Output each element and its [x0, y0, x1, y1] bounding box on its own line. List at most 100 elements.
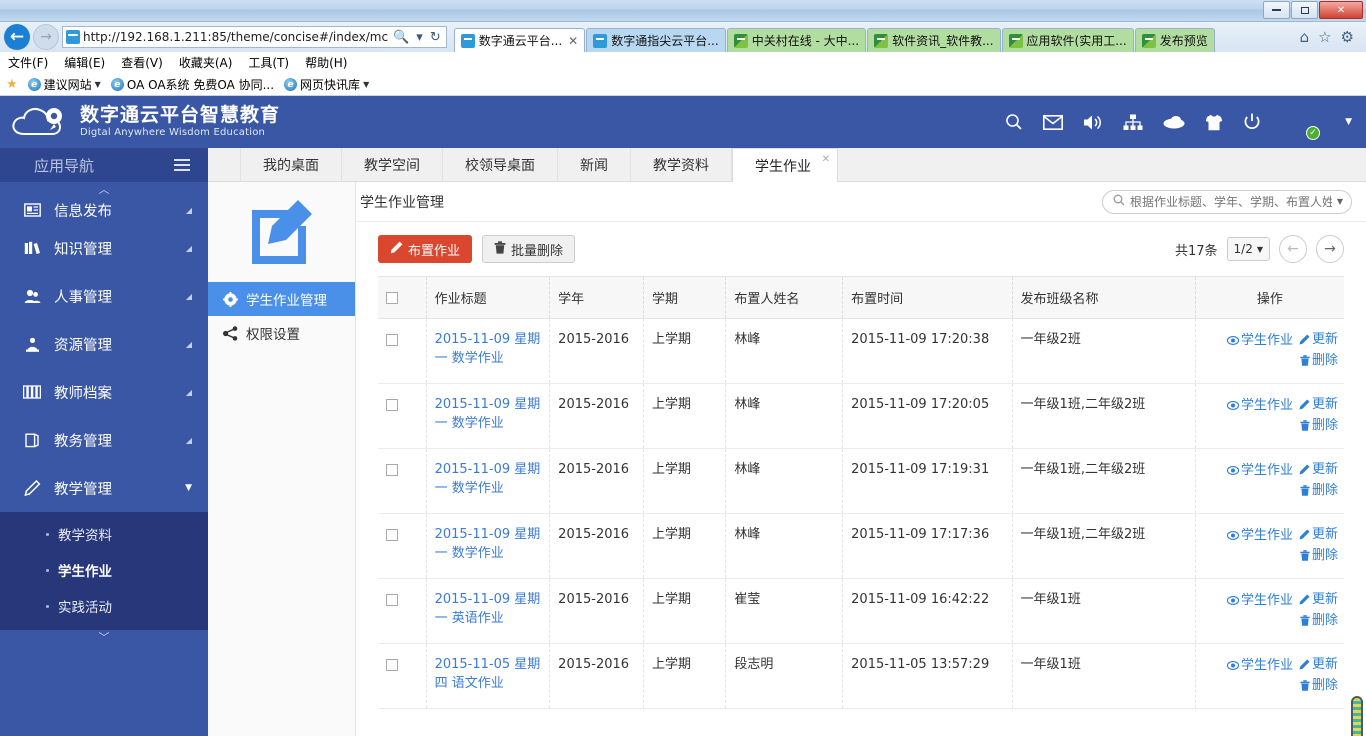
hamburger-icon[interactable]: [174, 159, 190, 171]
homework-title-link[interactable]: 2015-11-09 星期一 英语作业: [435, 592, 541, 626]
update-action[interactable]: 更新: [1299, 460, 1338, 479]
sidebar-subitem-jiaoxueziliao[interactable]: 教学资料: [0, 516, 208, 552]
browser-tab[interactable]: 软件资讯_软件教...: [867, 28, 1001, 52]
row-checkbox[interactable]: [386, 463, 398, 476]
table-row[interactable]: 2015-11-09 星期一 数学作业 2015-2016 上学期 林峰 201…: [378, 513, 1344, 579]
update-action[interactable]: 更新: [1299, 655, 1338, 674]
row-checkbox[interactable]: [386, 658, 398, 671]
forward-arrow-icon[interactable]: →: [33, 24, 59, 50]
close-button[interactable]: ✕: [1319, 1, 1363, 19]
sidebar-item-renshiguanli[interactable]: 人事管理 ◢: [0, 272, 208, 320]
sidebar-scroll-down[interactable]: ﹀: [0, 630, 208, 644]
tools-gear-icon[interactable]: ⚙: [1341, 28, 1354, 46]
delete-action[interactable]: 删除: [1300, 416, 1338, 435]
favorites-star-icon[interactable]: ☆: [1318, 28, 1331, 46]
view-homework-action[interactable]: 学生作业: [1226, 526, 1293, 545]
search-icon[interactable]: [1005, 113, 1023, 131]
table-row[interactable]: 2015-11-09 星期一 数学作业 2015-2016 上学期 林峰 201…: [378, 448, 1344, 514]
favorite-suggested-sites[interactable]: e 建议网站 ▼: [27, 76, 101, 93]
close-icon[interactable]: ✕: [822, 154, 830, 165]
vertical-scrollbar[interactable]: [1351, 696, 1363, 736]
shirt-icon[interactable]: [1205, 114, 1223, 131]
update-action[interactable]: 更新: [1299, 525, 1338, 544]
select-all-checkbox[interactable]: [386, 291, 398, 304]
search-input[interactable]: [1130, 194, 1332, 209]
menu-file[interactable]: 文件(F): [8, 54, 48, 71]
minimize-button[interactable]: [1263, 1, 1290, 19]
page-select[interactable]: 1/2 ▼: [1226, 237, 1270, 261]
speaker-icon[interactable]: [1083, 114, 1103, 131]
search-icon[interactable]: 🔍: [391, 30, 411, 45]
table-row[interactable]: 2015-11-09 星期一 英语作业 2015-2016 上学期 崔莹 201…: [378, 578, 1344, 644]
delete-action[interactable]: 删除: [1300, 481, 1338, 500]
sidebar-item-ziyuanguanli[interactable]: 资源管理 ◢: [0, 320, 208, 368]
favorite-oa-system[interactable]: e OA OA系统 免费OA 协同...: [110, 76, 274, 93]
close-icon[interactable]: ✕: [566, 34, 578, 48]
sidebar-item-jiaoxueguanli[interactable]: 教学管理 ▼: [0, 464, 208, 512]
view-homework-action[interactable]: 学生作业: [1226, 591, 1293, 610]
chevron-down-icon[interactable]: ▼: [95, 80, 101, 89]
sidebar-scroll-up[interactable]: ︿: [0, 182, 208, 196]
row-checkbox[interactable]: [386, 398, 398, 411]
view-homework-action[interactable]: 学生作业: [1226, 461, 1293, 480]
sidebar-subitem-xueshengzuoye[interactable]: 学生作业: [0, 552, 208, 588]
chevron-down-icon[interactable]: ▼: [1345, 117, 1352, 127]
sidebar-item-jiaoshidangan[interactable]: 教师档案 ◢: [0, 368, 208, 416]
chevron-down-icon[interactable]: ▼: [1337, 197, 1343, 206]
row-checkbox[interactable]: [386, 333, 398, 346]
tab-leader-desktop[interactable]: 校领导桌面: [443, 148, 558, 181]
refresh-icon[interactable]: ↻: [428, 30, 443, 45]
homework-title-link[interactable]: 2015-11-09 星期一 数学作业: [435, 332, 541, 366]
delete-action[interactable]: 删除: [1300, 546, 1338, 565]
browser-tab[interactable]: 发布预览: [1134, 28, 1215, 52]
cloud-icon[interactable]: [1163, 115, 1185, 129]
sidebar-item-jiaowuguanli[interactable]: 教务管理 ◢: [0, 416, 208, 464]
prev-page-button[interactable]: ←: [1279, 235, 1307, 263]
update-action[interactable]: 更新: [1299, 395, 1338, 414]
row-checkbox[interactable]: [386, 593, 398, 606]
browser-tab[interactable]: 数字通云平台... ✕: [453, 28, 586, 52]
menu-tools[interactable]: 工具(T): [248, 54, 289, 71]
homework-title-link[interactable]: 2015-11-09 星期一 数学作业: [435, 462, 541, 496]
menu-edit[interactable]: 编辑(E): [64, 54, 105, 71]
next-page-button[interactable]: →: [1316, 235, 1344, 263]
app-logo[interactable]: 数字通云平台智慧教育 Digtal Anywhere Wisdom Educat…: [10, 104, 280, 140]
chevron-down-icon[interactable]: ▼: [363, 80, 369, 89]
favorite-news-library[interactable]: e 网页快讯库 ▼: [284, 76, 369, 93]
restore-button[interactable]: [1291, 1, 1318, 19]
delete-action[interactable]: 删除: [1300, 676, 1338, 695]
tab-teaching-space[interactable]: 教学空间: [342, 148, 443, 181]
search-box[interactable]: ▼: [1102, 189, 1352, 214]
table-row[interactable]: 2015-11-05 星期四 语文作业 2015-2016 上学期 段志明 20…: [378, 643, 1344, 709]
table-row[interactable]: 2015-11-09 星期一 数学作业 2015-2016 上学期 林峰 201…: [378, 318, 1344, 384]
tab-teaching-materials[interactable]: 教学资料: [631, 148, 732, 181]
view-homework-action[interactable]: 学生作业: [1226, 656, 1293, 675]
sitemap-icon[interactable]: [1123, 114, 1143, 131]
tab-student-homework[interactable]: 学生作业 ✕: [732, 148, 838, 182]
homework-title-link[interactable]: 2015-11-05 星期四 语文作业: [435, 657, 541, 691]
view-homework-action[interactable]: 学生作业: [1226, 331, 1293, 350]
home-icon[interactable]: ⌂: [1300, 28, 1310, 46]
address-bar[interactable]: http://192.168.1.211:85/theme/concise#/i…: [62, 26, 447, 48]
delete-action[interactable]: 删除: [1300, 611, 1338, 630]
menu-view[interactable]: 查看(V): [121, 54, 163, 71]
row-checkbox[interactable]: [386, 528, 398, 541]
menu-favorites[interactable]: 收藏夹(A): [179, 54, 233, 71]
sidebar-subitem-shijianhuodong[interactable]: 实践活动: [0, 588, 208, 624]
homework-title-link[interactable]: 2015-11-09 星期一 数学作业: [435, 527, 541, 561]
update-action[interactable]: 更新: [1299, 330, 1338, 349]
menu-help[interactable]: 帮助(H): [305, 54, 347, 71]
mail-icon[interactable]: [1043, 114, 1064, 130]
batch-delete-button[interactable]: 批量删除: [482, 235, 576, 263]
assign-homework-button[interactable]: 布置作业: [378, 235, 473, 263]
tab-my-desktop[interactable]: 我的桌面: [240, 148, 342, 181]
browser-tab[interactable]: 数字通指尖云平台...: [586, 28, 726, 52]
back-arrow-icon[interactable]: ←: [4, 24, 30, 50]
pane-item-permission-settings[interactable]: 权限设置: [208, 316, 355, 350]
tab-news[interactable]: 新闻: [558, 148, 631, 181]
delete-action[interactable]: 删除: [1300, 351, 1338, 370]
sidebar-item-zhishiguanli[interactable]: 知识管理 ◢: [0, 224, 208, 272]
pane-item-homework-management[interactable]: 学生作业管理: [208, 282, 355, 316]
dropdown-caret-icon[interactable]: ▾: [414, 30, 425, 45]
view-homework-action[interactable]: 学生作业: [1226, 396, 1293, 415]
